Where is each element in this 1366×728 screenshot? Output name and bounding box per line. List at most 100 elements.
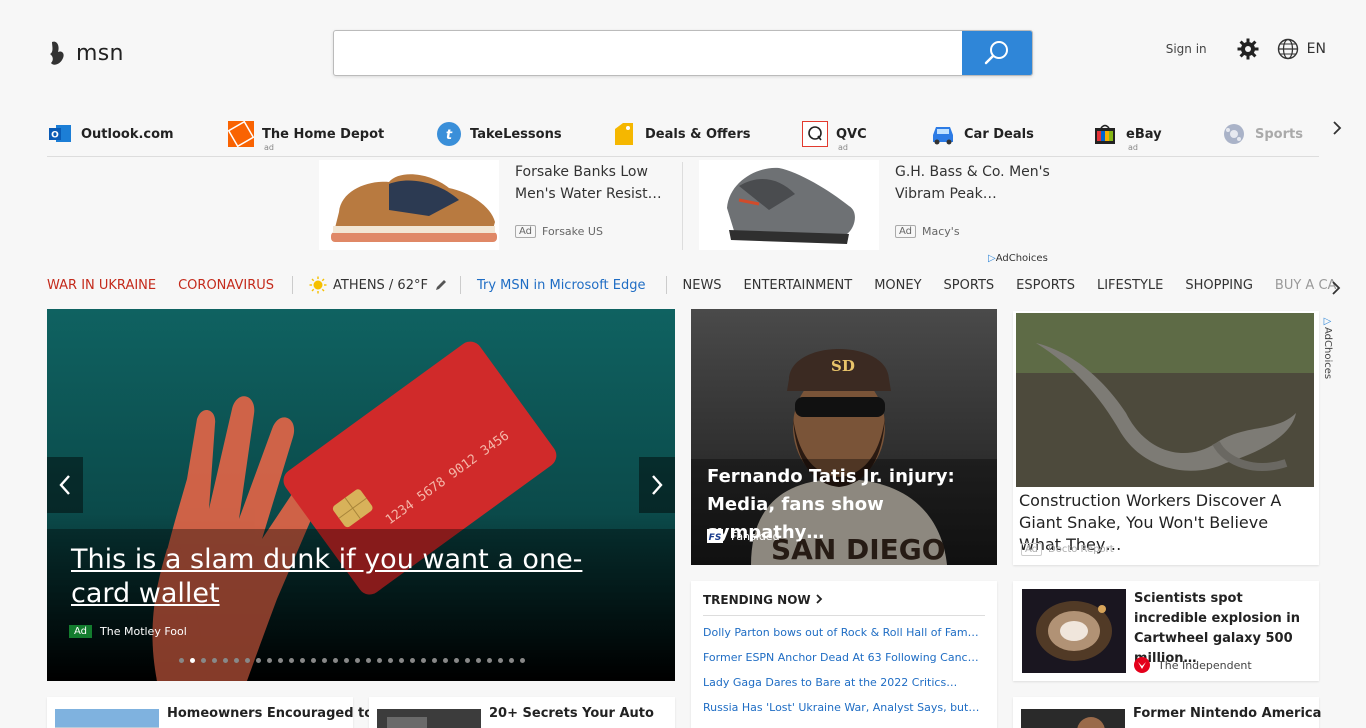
qvc-icon <box>802 121 828 147</box>
ad-card-macys[interactable]: G.H. Bass & Co. Men's Vibram Peak… Ad Ma… <box>699 160 1055 252</box>
carousel-dot[interactable] <box>520 658 525 663</box>
nav-entertainment[interactable]: ENTERTAINMENT <box>744 278 853 293</box>
quicklink-outlook[interactable]: O Outlook.com <box>47 121 174 147</box>
carousel-dot[interactable] <box>509 658 514 663</box>
carousel-dot[interactable] <box>476 658 481 663</box>
carousel-dot[interactable] <box>377 658 382 663</box>
carousel-dot[interactable] <box>289 658 294 663</box>
fansided-logo-icon: FS <box>707 529 723 543</box>
search-input[interactable] <box>334 31 962 75</box>
carousel-dot[interactable] <box>278 658 283 663</box>
quicklink-sports[interactable]: Sports <box>1221 121 1303 147</box>
ad-tag: ad <box>264 143 274 152</box>
carousel-dot[interactable] <box>498 658 503 663</box>
nav-shopping[interactable]: SHOPPING <box>1185 278 1253 293</box>
carousel-dot[interactable] <box>311 658 316 663</box>
carousel-dot[interactable] <box>388 658 393 663</box>
ad-title: Forsake Banks Low Men's Water Resist… <box>515 164 662 202</box>
carousel-dot[interactable] <box>432 658 437 663</box>
carousel-dot[interactable] <box>333 658 338 663</box>
trending-item[interactable]: Russia Has 'Lost' Ukraine War, Analyst S… <box>703 701 985 726</box>
chevron-right-icon[interactable] <box>1330 280 1342 296</box>
nav-news[interactable]: NEWS <box>683 278 722 293</box>
sign-in-link[interactable]: Sign in <box>1166 42 1207 56</box>
ad-badge: Ad <box>515 225 537 238</box>
carousel-dot[interactable] <box>355 658 360 663</box>
ad-separator <box>682 162 683 250</box>
quicklink-qvc[interactable]: QVC ad <box>802 121 867 152</box>
trending-item[interactable]: Dolly Parton bows out of Rock & Roll Hal… <box>703 626 985 651</box>
language-selector[interactable]: EN <box>1277 38 1326 60</box>
nav-weather[interactable]: ATHENS / 62°F <box>309 276 448 294</box>
msn-logo[interactable]: msn <box>48 38 124 68</box>
quicklink-ebay[interactable]: eBay ad <box>1092 121 1162 152</box>
trending-list: Dolly Parton bows out of Rock & Roll Hal… <box>703 626 985 726</box>
carousel-dot[interactable] <box>410 658 415 663</box>
news-card-cartwheel-galaxy[interactable]: Scientists spot incredible explosion in … <box>1013 581 1319 681</box>
carousel-prev-button[interactable] <box>47 457 83 513</box>
quicklink-car-deals[interactable]: Car Deals <box>930 121 1034 147</box>
quicklink-deals[interactable]: Deals & Offers <box>611 121 751 147</box>
quicklink-takelessons[interactable]: t TakeLessons <box>436 121 562 147</box>
carousel-dot[interactable] <box>212 658 217 663</box>
carousel-dot[interactable] <box>267 658 272 663</box>
category-nav: WAR IN UKRAINE CORONAVIRUS ATHENS / 62°F… <box>47 274 1337 296</box>
news-card-homeowners[interactable]: Homeowners Encouraged to <box>47 697 373 728</box>
carousel-dot[interactable] <box>344 658 349 663</box>
search-button[interactable] <box>962 31 1032 75</box>
nav-divider <box>292 276 293 294</box>
hero-carousel[interactable]: 1234 5678 9012 3456 This is a slam dunk … <box>47 309 675 681</box>
logo-text: msn <box>76 40 124 66</box>
ad-card-forsake[interactable]: Forsake Banks Low Men's Water Resist… Ad… <box>319 160 675 252</box>
takelessons-icon: t <box>436 121 462 147</box>
nav-buy-a-car[interactable]: BUY A CA <box>1275 278 1337 293</box>
trending-item[interactable]: Lady Gaga Dares to Bare at the 2022 Crit… <box>703 676 985 701</box>
nav-esports[interactable]: ESPORTS <box>1016 278 1075 293</box>
carousel-dot[interactable] <box>245 658 250 663</box>
search-bar <box>333 30 1033 76</box>
carousel-dot[interactable] <box>190 658 195 663</box>
nav-try-edge[interactable]: Try MSN in Microsoft Edge <box>477 278 646 293</box>
hero-headline[interactable]: This is a slam dunk if you want a one-ca… <box>71 543 631 611</box>
carousel-dot[interactable] <box>322 658 327 663</box>
quicklink-label: TakeLessons <box>470 126 562 142</box>
carousel-dot[interactable] <box>454 658 459 663</box>
news-card-nintendo[interactable]: Former Nintendo America <box>1013 697 1321 728</box>
carousel-dot[interactable] <box>399 658 404 663</box>
adchoices-link[interactable]: ▷AdChoices <box>988 253 1048 264</box>
news-card-tatis[interactable]: SAN DIEGO SD Fernando Tatis Jr. injury: … <box>691 309 997 565</box>
trending-item[interactable]: Former ESPN Anchor Dead At 63 Following … <box>703 651 985 676</box>
chevron-right-icon[interactable] <box>1331 120 1343 136</box>
quicklink-label: Car Deals <box>964 126 1034 142</box>
gear-icon[interactable] <box>1237 38 1259 60</box>
carousel-dot[interactable] <box>443 658 448 663</box>
carousel-dot[interactable] <box>256 658 261 663</box>
ad-card-snake[interactable]: Construction Workers Discover A Giant Sn… <box>1013 311 1319 565</box>
carousel-dot[interactable] <box>179 658 184 663</box>
carousel-dot[interactable] <box>487 658 492 663</box>
home-depot-icon <box>228 121 254 147</box>
trending-heading[interactable]: TRENDING NOW <box>703 593 985 616</box>
nav-war-in-ukraine[interactable]: WAR IN UKRAINE <box>47 278 156 293</box>
nav-money[interactable]: MONEY <box>874 278 921 293</box>
carousel-dot[interactable] <box>201 658 206 663</box>
svg-text:O: O <box>51 131 59 141</box>
deals-tag-icon <box>611 121 637 147</box>
carousel-dot[interactable] <box>421 658 426 663</box>
cap-logo: SD <box>831 357 855 375</box>
pencil-icon[interactable] <box>434 278 448 292</box>
carousel-dot[interactable] <box>465 658 470 663</box>
quicklink-home-depot[interactable]: The Home Depot ad <box>228 121 384 152</box>
carousel-dot[interactable] <box>300 658 305 663</box>
carousel-dot[interactable] <box>366 658 371 663</box>
nav-lifestyle[interactable]: LIFESTYLE <box>1097 278 1163 293</box>
carousel-dot[interactable] <box>234 658 239 663</box>
adchoices-link[interactable]: ▷AdChoices <box>1322 316 1333 379</box>
nav-sports[interactable]: SPORTS <box>944 278 995 293</box>
carousel-dot[interactable] <box>223 658 228 663</box>
nav-coronavirus[interactable]: CORONAVIRUS <box>178 278 274 293</box>
carousel-next-button[interactable] <box>639 457 675 513</box>
ad-badge: Ad <box>69 625 93 638</box>
globe-icon <box>1277 38 1298 60</box>
news-card-auto[interactable]: 20+ Secrets Your Auto <box>369 697 675 728</box>
